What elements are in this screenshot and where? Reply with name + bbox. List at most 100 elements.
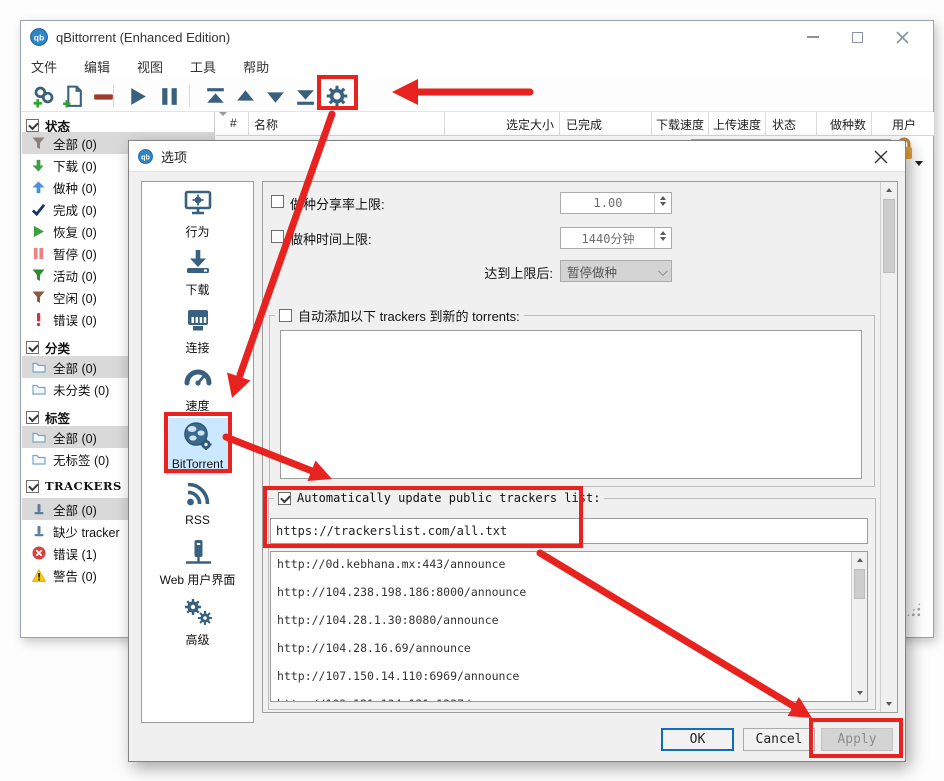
- folder-icon: [31, 382, 46, 396]
- options-dialog: qb 选项 行为: [128, 140, 906, 762]
- tracker-pin-icon: [31, 524, 46, 538]
- nav-behavior[interactable]: 行为: [143, 188, 252, 240]
- menu-bar: 文件 编辑 视图 工具 帮助: [21, 53, 933, 79]
- seed-ratio-spinbox[interactable]: 1.00: [560, 192, 672, 214]
- scroll-down-icon[interactable]: [852, 685, 867, 701]
- move-down-button[interactable]: [261, 82, 289, 110]
- scroll-up-icon[interactable]: [852, 552, 867, 568]
- add-link-icon: [31, 84, 56, 109]
- settings-scrollbar[interactable]: [880, 182, 897, 712]
- nav-connection[interactable]: 连接: [143, 304, 252, 356]
- menu-help[interactable]: 帮助: [243, 57, 282, 76]
- dialog-close-button[interactable]: [859, 141, 903, 172]
- pause-button[interactable]: [155, 82, 183, 110]
- auto-add-trackers-checkbox[interactable]: [279, 309, 292, 322]
- qbittorrent-logo-icon: qb: [138, 149, 153, 164]
- tracker-list-item: http://0d.kebhana.mx:443/announce: [277, 557, 505, 573]
- toolbar-separator: [113, 85, 114, 107]
- title-bar: qb qBittorrent (Enhanced Edition): [21, 21, 933, 53]
- spinner-buttons[interactable]: [654, 193, 671, 213]
- tracker-list-item: http://109.121.134.121:1337/announce: [277, 697, 526, 702]
- seed-ratio-checkbox[interactable]: [271, 195, 284, 208]
- connection-icon: [182, 304, 214, 336]
- scrollbar-thumb[interactable]: [854, 569, 865, 599]
- col-users[interactable]: 用户: [828, 116, 916, 133]
- col-selected-size[interactable]: 选定大小: [454, 116, 554, 133]
- nav-downloads[interactable]: 下载: [143, 246, 252, 298]
- scrollbar-thumb[interactable]: [883, 199, 895, 273]
- play-icon: [125, 84, 150, 109]
- seed-time-checkbox[interactable]: [271, 230, 284, 243]
- cancel-button[interactable]: Cancel: [743, 728, 815, 751]
- auto-add-trackers-row: 自动添加以下 trackers 到新的 torrents:: [275, 306, 524, 324]
- tracker-list-scrollbar[interactable]: [851, 552, 867, 701]
- new-trackers-textarea[interactable]: [280, 330, 862, 479]
- close-icon: [874, 150, 888, 164]
- sort-indicator-icon: [219, 112, 227, 116]
- resume-button[interactable]: [123, 82, 151, 110]
- move-up-button[interactable]: [231, 82, 259, 110]
- speed-icon: [182, 362, 214, 394]
- annotation-box-gear: [317, 75, 358, 110]
- limit-action-dropdown[interactable]: 暂停做种: [560, 260, 672, 282]
- scroll-down-icon[interactable]: [881, 696, 897, 712]
- menu-tools[interactable]: 工具: [190, 57, 229, 76]
- menu-edit[interactable]: 编辑: [84, 57, 123, 76]
- svg-text:qb: qb: [141, 153, 150, 161]
- close-button[interactable]: [880, 21, 925, 53]
- webui-icon: [182, 536, 214, 568]
- col-name[interactable]: 名称: [254, 116, 278, 133]
- screenshot-root: qb qBittorrent (Enhanced Edition) 文件 编辑 …: [0, 0, 944, 781]
- download-arrow-icon: [31, 158, 46, 172]
- pause-icon: [157, 84, 182, 109]
- nav-webui[interactable]: Web 用户界面: [143, 536, 252, 588]
- add-torrent-file-button[interactable]: [59, 82, 87, 110]
- ok-button[interactable]: OK: [661, 728, 734, 751]
- scroll-up-icon[interactable]: [881, 182, 897, 198]
- categories-checkbox[interactable]: [26, 341, 39, 354]
- trackers-checkbox[interactable]: [26, 480, 39, 493]
- col-completed[interactable]: 已完成: [566, 116, 602, 133]
- pause-icon: [31, 246, 46, 260]
- window-resize-grip[interactable]: [905, 601, 922, 618]
- section-trackers: TRACKERS: [26, 476, 122, 496]
- tags-checkbox[interactable]: [26, 411, 39, 424]
- seed-time-spinbox[interactable]: 1440分钟: [560, 227, 672, 249]
- menu-file[interactable]: 文件: [31, 57, 70, 76]
- move-bottom-icon: [293, 84, 318, 109]
- window-title: qBittorrent (Enhanced Edition): [56, 30, 230, 45]
- annotation-box-bittorrent: [164, 412, 232, 473]
- play-icon: [31, 224, 46, 238]
- col-upload-speed[interactable]: 上传速度: [675, 116, 761, 133]
- status-checkbox[interactable]: [26, 119, 39, 132]
- nav-advanced[interactable]: 高级: [143, 596, 252, 648]
- advanced-icon: [182, 596, 214, 628]
- menu-view[interactable]: 视图: [137, 57, 176, 76]
- minimize-button[interactable]: [790, 21, 835, 53]
- funnel-icon: [31, 290, 46, 304]
- tracker-list-item: http://104.28.16.69/announce: [277, 641, 471, 657]
- exclamation-icon: [31, 312, 46, 326]
- auto-add-trackers-label: 自动添加以下 trackers 到新的 torrents:: [298, 306, 520, 325]
- folder-icon: [31, 452, 46, 466]
- toolbar-separator: [189, 85, 190, 107]
- add-torrent-link-button[interactable]: [29, 82, 57, 110]
- move-top-button[interactable]: [201, 82, 229, 110]
- chevron-down-icon: [658, 266, 668, 276]
- nav-speed[interactable]: 速度: [143, 362, 252, 414]
- downloads-icon: [182, 246, 214, 278]
- seed-ratio-label: 做种分享率上限:: [290, 194, 385, 213]
- move-bottom-button[interactable]: [291, 82, 319, 110]
- nav-rss[interactable]: RSS: [143, 478, 252, 527]
- move-down-icon: [263, 84, 288, 109]
- folder-icon: [31, 360, 46, 374]
- torrent-table-header: # 名称 选定大小 已完成 下载速度 上传速度 状态 做种数 用户: [216, 112, 934, 136]
- toolbar: [21, 79, 933, 112]
- col-number[interactable]: #: [230, 116, 237, 130]
- dialog-title-bar: qb 选项: [129, 141, 905, 172]
- spin-down-icon: [660, 237, 666, 241]
- spinner-buttons[interactable]: [654, 228, 671, 248]
- maximize-button[interactable]: [835, 21, 880, 53]
- annotation-box-auto-update: [263, 486, 583, 548]
- public-trackers-list[interactable]: http://0d.kebhana.mx:443/announce http:/…: [270, 551, 868, 702]
